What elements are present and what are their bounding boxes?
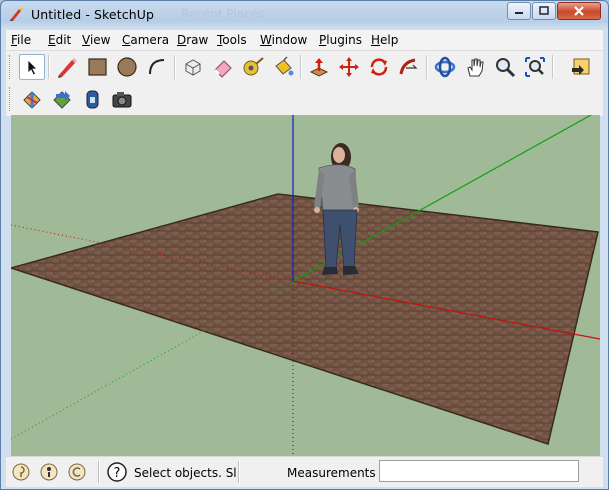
scene-drawing [11,115,600,456]
maximize-button[interactable] [532,2,556,20]
move-tool-button[interactable] [336,54,362,80]
credits-icon[interactable] [40,463,58,481]
rotate-icon [370,58,388,76]
measurements-input[interactable] [379,460,579,482]
menu-edit[interactable]: Edit [48,33,71,47]
close-icon [574,6,584,16]
eraser-icon [214,60,232,78]
orbit-tool-button[interactable] [432,54,458,80]
pencil-icon [58,58,77,78]
zoom-tool-button[interactable] [492,54,518,80]
paint-bucket-icon [275,56,294,76]
camera-icon [112,92,132,108]
help-question-icon[interactable]: ? [107,462,127,482]
photo-textures-tool-button[interactable] [109,86,135,112]
toolbar-grip[interactable] [9,87,13,111]
toolbar-row-2 [6,83,146,113]
toolbar-separator [552,55,554,79]
toolbars [6,50,603,116]
magnifier-icon [496,58,516,78]
follow-me-icon [399,58,418,75]
minimize-button[interactable] [507,2,531,20]
make-component-tool-button[interactable] [180,54,206,80]
arc-tool-button[interactable] [144,54,170,80]
menu-window[interactable]: Window [260,33,307,47]
rectangle-icon [88,58,107,76]
push-pull-tool-button[interactable] [306,54,332,80]
close-button[interactable] [557,2,601,20]
arrow-cursor-icon [27,59,38,76]
previous-view-icon [572,58,590,75]
rotate-tool-button[interactable] [366,54,392,80]
share-component-tool-button[interactable] [79,86,105,112]
minimize-icon [515,12,523,14]
previous-view-tool-button[interactable] [568,54,594,80]
background-window-title: Recent Places [181,7,265,21]
sketchup-logo-icon [10,7,24,21]
line-tool-button[interactable] [54,54,80,80]
menu-bar: File Edit View Camera Draw Tools Window … [6,30,603,50]
tape-measure-tool-button[interactable] [240,54,266,80]
move-arrows-icon [339,57,359,77]
menu-tools[interactable]: Tools [217,33,247,47]
sign-in-icon[interactable] [68,463,86,481]
measurements-label: Measurements [287,466,376,480]
sketchup-window: Untitled - SketchUp Recent Places File E… [0,0,609,490]
rectangle-tool-button[interactable] [84,54,110,80]
maximize-icon [539,6,549,15]
menu-view[interactable]: View [82,33,110,47]
status-message: Select objects. Sl [134,466,237,480]
toolbar-separator [48,55,50,79]
toolbar-separator [426,55,428,79]
geo-location-icon[interactable] [12,463,30,481]
ground-plane [11,193,599,445]
share-model-tool-button[interactable] [49,86,75,112]
svg-text:?: ? [114,466,121,481]
share-model-icon [53,91,71,109]
circle-icon [117,57,137,77]
title-bar: Untitled - SketchUp Recent Places [1,1,608,29]
follow-me-tool-button[interactable] [396,54,422,80]
eraser-tool-button[interactable] [210,54,236,80]
circle-tool-button[interactable] [114,54,140,80]
toolbar-separator [174,55,176,79]
menu-help[interactable]: Help [371,33,398,47]
pan-tool-button[interactable] [462,54,488,80]
menu-file[interactable]: File [11,33,31,47]
paint-bucket-tool-button[interactable] [270,54,296,80]
modeling-viewport[interactable] [11,115,600,456]
status-bar: ? Select objects. Sl Measurements [6,456,603,487]
menu-draw[interactable]: Draw [177,33,208,47]
orbit-icon [434,56,456,78]
get-models-icon [23,91,41,109]
tape-measure-icon [243,57,264,76]
toolbar-row-1 [6,51,603,81]
select-tool-button[interactable] [19,54,45,80]
zoom-extents-tool-button[interactable] [522,54,548,80]
share-component-icon [86,90,99,109]
zoom-extents-icon [525,57,545,77]
get-models-tool-button[interactable] [19,86,45,112]
status-divider [238,461,240,483]
toolbar-grip[interactable] [9,55,13,79]
menu-plugins[interactable]: Plugins [319,33,362,47]
window-title: Untitled - SketchUp [31,7,154,22]
status-divider [98,461,100,483]
arc-icon [149,59,165,75]
menu-camera[interactable]: Camera [122,33,169,47]
component-cube-icon [185,59,201,76]
hand-icon [467,58,484,77]
toolbar-separator [300,55,302,79]
push-pull-icon [309,58,329,77]
